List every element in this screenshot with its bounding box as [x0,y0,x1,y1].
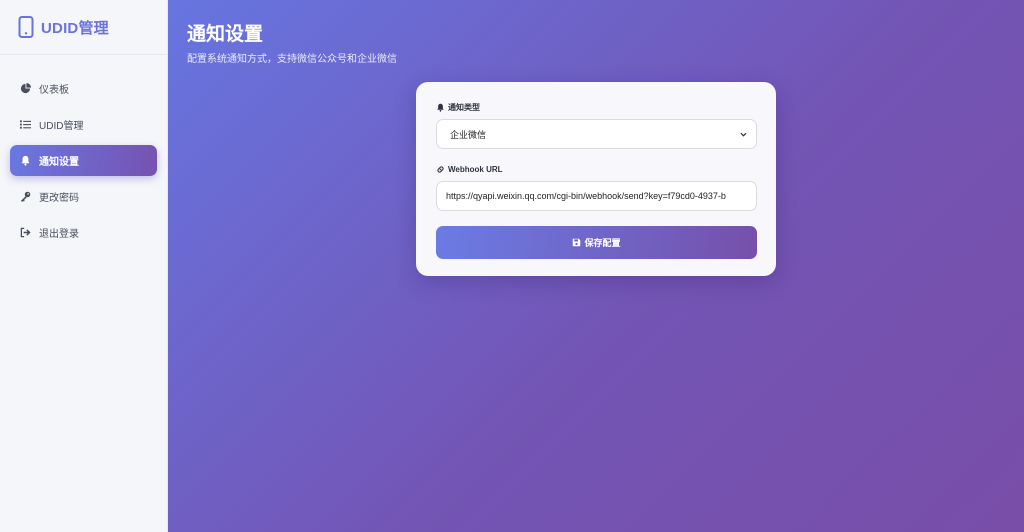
sidebar-item-label: 退出登录 [39,229,79,240]
sign-out-icon [19,227,31,239]
sidebar-nav: 仪表板 UDID管理 通知设置 更改密码 退出登录 [0,55,167,248]
phone-icon [18,16,34,38]
notification-type-value: 企业微信 [450,129,487,140]
sidebar-item-logout[interactable]: 退出登录 [10,217,157,248]
sidebar: UDID管理 仪表板 UDID管理 通知设置 更改密码 退出登录 [0,0,168,532]
list-icon [19,119,31,131]
webhook-url-label-text: Webhook URL [448,165,503,174]
sidebar-item-label: 仪表板 [39,85,69,96]
chevron-down-icon [740,132,747,137]
sidebar-item-dashboard[interactable]: 仪表板 [10,73,157,104]
page-title: 通知设置 [187,24,264,45]
notification-type-label: 通知类型 [436,102,756,113]
key-icon [19,191,31,203]
brand: UDID管理 [0,0,167,55]
notification-settings-card: 通知类型 企业微信 Webhook URL https://qyapi.weix… [416,82,776,276]
bell-icon [436,103,445,112]
sidebar-item-label: 更改密码 [39,193,79,204]
link-icon [436,165,445,174]
webhook-url-label: Webhook URL [436,164,756,175]
floppy-disk-icon [572,238,581,247]
page-subtitle: 配置系统通知方式，支持微信公众号和企业微信 [187,54,397,65]
sidebar-item-label: 通知设置 [39,157,79,168]
sidebar-item-change-password[interactable]: 更改密码 [10,181,157,212]
save-config-button[interactable]: 保存配置 [436,226,757,259]
bell-icon [19,155,31,167]
notification-type-select[interactable]: 企业微信 [436,119,757,149]
save-config-label: 保存配置 [584,238,621,248]
sidebar-item-notifications[interactable]: 通知设置 [10,145,157,176]
brand-title: UDID管理 [41,19,109,37]
webhook-url-input[interactable] [436,181,757,211]
sidebar-item-udid[interactable]: UDID管理 [10,109,157,140]
notification-type-label-text: 通知类型 [448,103,480,112]
pie-chart-icon [19,83,31,95]
sidebar-item-label: UDID管理 [39,121,84,132]
main-content: 通知设置 配置系统通知方式，支持微信公众号和企业微信 通知类型 企业微信 Web… [168,0,1024,532]
